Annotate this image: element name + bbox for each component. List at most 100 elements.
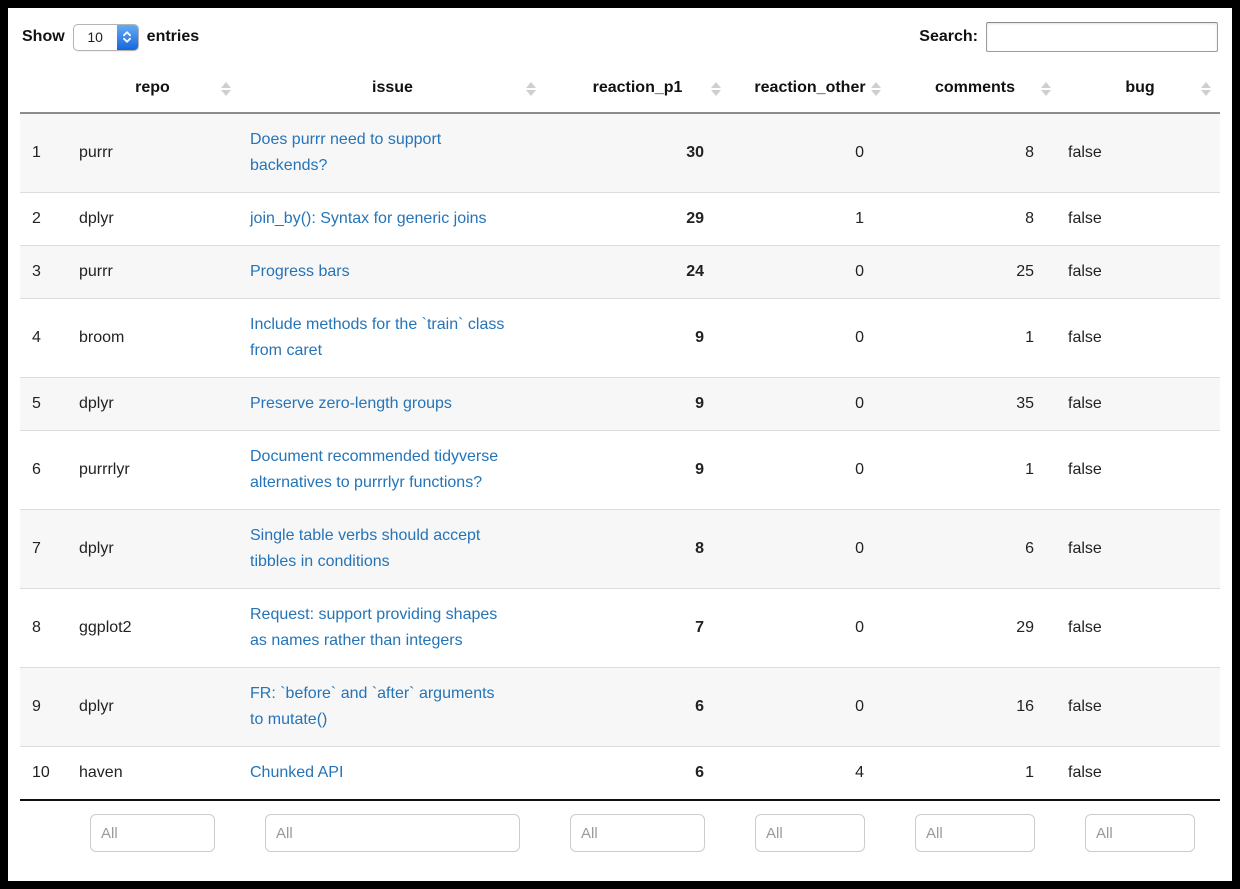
cell-reaction_p1: 6 bbox=[545, 668, 730, 747]
cell-bug: false bbox=[1060, 589, 1220, 668]
filter-cell-issue bbox=[240, 800, 545, 863]
header-row: repo issue reaction_p1reaction_other commen… bbox=[20, 66, 1220, 113]
cell-repo: purrrlyr bbox=[65, 431, 240, 510]
issue-link[interactable]: Single table verbs should accept tibbles… bbox=[250, 527, 480, 570]
column-label: comments bbox=[935, 79, 1015, 96]
column-header-repo[interactable]: repo bbox=[65, 66, 240, 113]
table-row: 3purrrProgress bars24025false bbox=[20, 246, 1220, 299]
cell-bug: false bbox=[1060, 113, 1220, 193]
cell-repo: haven bbox=[65, 747, 240, 801]
column-filter-comments[interactable] bbox=[915, 814, 1035, 852]
cell-bug: false bbox=[1060, 747, 1220, 801]
cell-issue: Progress bars bbox=[240, 246, 545, 299]
page-length-value: 10 bbox=[74, 25, 117, 50]
cell-reaction_other: 0 bbox=[730, 378, 890, 431]
issue-link[interactable]: FR: `before` and `after` arguments to mu… bbox=[250, 685, 495, 728]
cell-index: 2 bbox=[20, 193, 65, 246]
table-body: 1 purrr Does purrr need to support backend… bbox=[20, 113, 1220, 800]
cell-comments: 1 bbox=[890, 299, 1060, 378]
cell-index: 7 bbox=[20, 510, 65, 589]
cell-reaction_other: 0 bbox=[730, 668, 890, 747]
issue-link[interactable]: Preserve zero-length groups bbox=[250, 395, 452, 412]
cell-reaction_p1: 9 bbox=[545, 299, 730, 378]
issues-table: repo issue reaction_p1reaction_other commen… bbox=[20, 66, 1220, 863]
column-header-reaction_p1[interactable]: reaction_p1 bbox=[545, 66, 730, 113]
column-filter-repo[interactable] bbox=[90, 814, 215, 852]
cell-index: 6 bbox=[20, 431, 65, 510]
cell-issue: Chunked API bbox=[240, 747, 545, 801]
cell-reaction_other: 0 bbox=[730, 246, 890, 299]
cell-index: 4 bbox=[20, 299, 65, 378]
cell-bug: false bbox=[1060, 431, 1220, 510]
cell-issue: Preserve zero-length groups bbox=[240, 378, 545, 431]
cell-bug: false bbox=[1060, 299, 1220, 378]
issue-link[interactable]: Chunked API bbox=[250, 764, 343, 781]
cell-repo: ggplot2 bbox=[65, 589, 240, 668]
table-row: 9dplyrFR: `before` and `after` arguments… bbox=[20, 668, 1220, 747]
filter-cell-empty bbox=[20, 800, 65, 863]
column-filter-reaction_other[interactable] bbox=[755, 814, 865, 852]
issue-link[interactable]: Request: support providing shapes as nam… bbox=[250, 606, 497, 649]
cell-comments: 16 bbox=[890, 668, 1060, 747]
cell-reaction_other: 4 bbox=[730, 747, 890, 801]
issue-link[interactable]: Does purrr need to support backends? bbox=[250, 131, 441, 174]
cell-index: 3 bbox=[20, 246, 65, 299]
cell-reaction_other: 0 bbox=[730, 299, 890, 378]
search-control: Search: bbox=[919, 22, 1218, 52]
app-frame: Show 10 entries Search: repoissuereactio… bbox=[8, 8, 1232, 881]
cell-repo: broom bbox=[65, 299, 240, 378]
cell-index: 5 bbox=[20, 378, 65, 431]
issue-link[interactable]: Document recommended tidyverse alternati… bbox=[250, 448, 498, 491]
cell-reaction_other: 0 bbox=[730, 431, 890, 510]
cell-comments: 1 bbox=[890, 747, 1060, 801]
table-header: repo issue reaction_p1reaction_other commen… bbox=[20, 66, 1220, 113]
cell-bug: false bbox=[1060, 510, 1220, 589]
issue-link[interactable]: join_by(): Syntax for generic joins bbox=[250, 210, 487, 227]
cell-issue: FR: `before` and `after` arguments to mu… bbox=[240, 668, 545, 747]
page-length-select[interactable]: 10 bbox=[73, 24, 139, 51]
cell-index: 10 bbox=[20, 747, 65, 801]
column-label: issue bbox=[372, 79, 413, 96]
cell-comments: 1 bbox=[890, 431, 1060, 510]
cell-bug: false bbox=[1060, 668, 1220, 747]
cell-reaction_p1: 6 bbox=[545, 747, 730, 801]
cell-repo: dplyr bbox=[65, 668, 240, 747]
table-row: 5dplyrPreserve zero-length groups9035fal… bbox=[20, 378, 1220, 431]
column-header-issue[interactable]: issue bbox=[240, 66, 545, 113]
show-label: Show bbox=[22, 28, 65, 46]
cell-issue: Document recommended tidyverse alternati… bbox=[240, 431, 545, 510]
cell-reaction_p1: 24 bbox=[545, 246, 730, 299]
cell-issue: Single table verbs should accept tibbles… bbox=[240, 510, 545, 589]
page-length-control: Show 10 entries bbox=[22, 24, 199, 51]
cell-reaction_p1: 29 bbox=[545, 193, 730, 246]
cell-comments: 6 bbox=[890, 510, 1060, 589]
table-row: 6purrrlyrDocument recommended tidyverse … bbox=[20, 431, 1220, 510]
cell-reaction_p1: 9 bbox=[545, 431, 730, 510]
filter-cell-repo bbox=[65, 800, 240, 863]
cell-comments: 35 bbox=[890, 378, 1060, 431]
column-filter-reaction_p1[interactable] bbox=[570, 814, 705, 852]
column-header-bug[interactable]: bug bbox=[1060, 66, 1220, 113]
issue-link[interactable]: Include methods for the `train` class fr… bbox=[250, 316, 504, 359]
search-input[interactable] bbox=[986, 22, 1218, 52]
column-header-reaction_other[interactable]: reaction_other bbox=[730, 66, 890, 113]
cell-bug: false bbox=[1060, 378, 1220, 431]
table-row: 7dplyrSingle table verbs should accept t… bbox=[20, 510, 1220, 589]
filter-cell-comments bbox=[890, 800, 1060, 863]
cell-repo: purrr bbox=[65, 246, 240, 299]
entries-label: entries bbox=[147, 28, 199, 46]
table-row: 2dplyrjoin_by(): Syntax for generic join… bbox=[20, 193, 1220, 246]
cell-index: 9 bbox=[20, 668, 65, 747]
cell-reaction_p1: 30 bbox=[545, 113, 730, 193]
column-header-comments[interactable]: comments bbox=[890, 66, 1060, 113]
filter-cell-reaction_other bbox=[730, 800, 890, 863]
sort-both-icon bbox=[1041, 82, 1051, 96]
column-filter-issue[interactable] bbox=[265, 814, 520, 852]
table-row: 4broomInclude methods for the `train` cl… bbox=[20, 299, 1220, 378]
column-label: bug bbox=[1125, 79, 1154, 96]
issue-link[interactable]: Progress bars bbox=[250, 263, 350, 280]
cell-bug: false bbox=[1060, 246, 1220, 299]
cell-reaction_p1: 9 bbox=[545, 378, 730, 431]
sort-both-icon bbox=[1201, 82, 1211, 96]
column-filter-bug[interactable] bbox=[1085, 814, 1195, 852]
